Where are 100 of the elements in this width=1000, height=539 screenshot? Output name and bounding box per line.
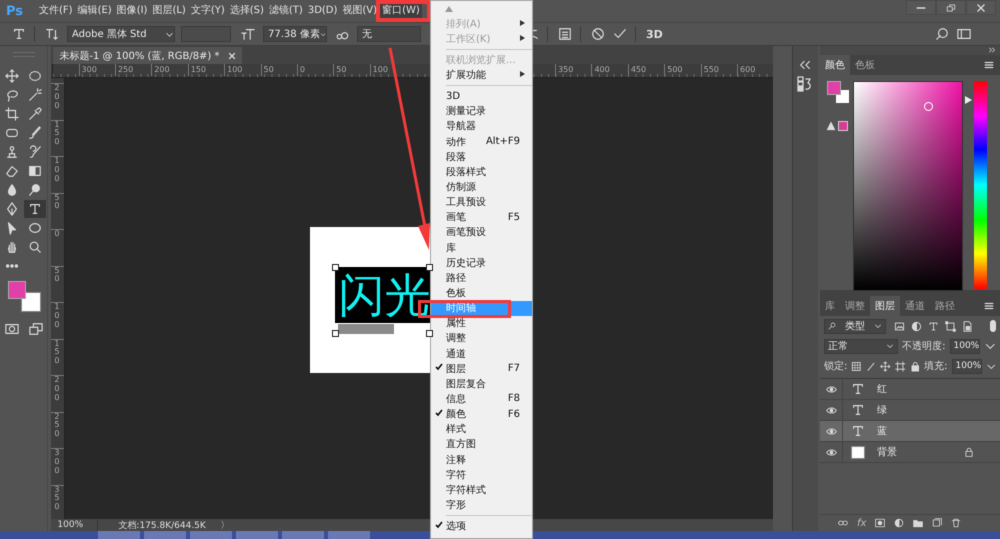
panel-tab[interactable]: 库 — [820, 296, 840, 316]
menu-item[interactable]: 颜色 F6 — [431, 406, 532, 422]
check-icon[interactable] — [613, 27, 627, 41]
transform-handle[interactable] — [332, 330, 340, 337]
menu-item[interactable]: 直方图 — [431, 436, 532, 452]
menu-item[interactable]: 调整 — [431, 330, 532, 346]
menu-item[interactable]: 字符 — [431, 467, 532, 482]
eye-icon[interactable] — [826, 446, 837, 458]
menu-item[interactable]: 图层(L) — [150, 0, 188, 22]
filter-toggle[interactable] — [990, 320, 996, 332]
lock-pixels-icon[interactable] — [851, 360, 862, 372]
image-filter-icon[interactable] — [894, 320, 906, 332]
menu-item[interactable]: 字形 — [431, 497, 532, 512]
new-layer-icon[interactable] — [932, 518, 942, 528]
menu-item[interactable]: 仿制源 — [431, 179, 532, 195]
opacity-field[interactable]: 100% — [950, 338, 980, 354]
menu-item[interactable]: 段落 — [431, 149, 532, 164]
menu-item[interactable]: 选择(S) — [228, 0, 266, 22]
menu-item[interactable]: 文字(Y) — [188, 0, 227, 22]
filter-dropdown[interactable]: 类型 — [824, 318, 886, 334]
menu-item[interactable]: 动作 Alt+F9 — [431, 134, 532, 150]
restore-button[interactable] — [936, 0, 966, 15]
panel-tab[interactable]: 通道 — [900, 296, 930, 316]
eye-icon[interactable] — [826, 384, 837, 394]
search-icon[interactable] — [934, 27, 949, 41]
collapse-icon[interactable] — [798, 58, 812, 72]
menu-item[interactable]: 导航器 — [431, 118, 532, 134]
adjustment-icon[interactable] — [894, 518, 904, 528]
eye-icon[interactable] — [826, 426, 837, 436]
menu-item[interactable]: 图像(I) — [114, 0, 150, 22]
status-menu-arrow[interactable]: 〉 — [220, 518, 230, 532]
menu-item[interactable]: 编辑(E) — [76, 0, 114, 22]
color-swatches[interactable] — [827, 81, 850, 103]
menu-item[interactable]: 滤镜(T) — [266, 0, 305, 22]
history-panel-icon[interactable] — [797, 76, 814, 92]
close-icon[interactable] — [228, 52, 236, 60]
close-button[interactable] — [966, 0, 996, 15]
move-icon[interactable] — [880, 360, 892, 372]
panel-tab[interactable]: 色板 — [850, 55, 880, 75]
panel-tab[interactable]: 图层 — [870, 296, 900, 316]
artboard-icon[interactable] — [895, 360, 906, 372]
expand-icon[interactable] — [988, 46, 996, 54]
font-size-field[interactable]: 77.38 像素 — [263, 26, 327, 42]
panel-icon[interactable] — [558, 27, 572, 41]
layer-row[interactable]: 红 — [820, 379, 1000, 400]
menu-item[interactable]: 通道 — [431, 346, 532, 362]
tool-button[interactable] — [24, 200, 46, 218]
menu-item[interactable]: 选项 — [431, 518, 532, 534]
menu-item[interactable]: 视图(V) — [340, 0, 380, 22]
menu-item[interactable]: 图层复合 — [431, 376, 532, 392]
document-tab[interactable]: 未标题-1 @ 100% (蓝, RGB/8#) * — [53, 47, 242, 64]
menu-item[interactable]: 信息 F8 — [431, 391, 532, 407]
menu-item[interactable]: 注释 — [431, 452, 532, 468]
panel-tab[interactable]: 颜色 — [820, 55, 850, 75]
menu-item[interactable]: 图层 F7 — [431, 361, 532, 376]
color-swatches[interactable] — [6, 281, 42, 312]
layer-style-button[interactable]: fx — [857, 518, 866, 528]
lock-icon[interactable] — [910, 360, 920, 372]
type-filter-icon[interactable] — [928, 320, 940, 332]
menu-item[interactable]: 文件(F) — [37, 0, 75, 22]
mask-icon[interactable] — [875, 518, 886, 528]
hue-slider[interactable] — [965, 81, 988, 289]
minimize-button[interactable] — [906, 0, 936, 15]
workspace-icon[interactable] — [956, 27, 971, 41]
folder-icon[interactable] — [913, 518, 924, 528]
transform-handle[interactable] — [332, 264, 340, 271]
menu-item[interactable]: 测量记录 — [431, 104, 532, 119]
menu-item[interactable]: 库 — [431, 240, 532, 256]
color-picker-cursor[interactable] — [924, 102, 934, 111]
menu-item[interactable]: 字符样式 — [431, 482, 532, 498]
panel-menu-icon[interactable] — [984, 60, 994, 70]
menu-item[interactable]: 扩展功能 — [431, 67, 532, 83]
smart-object-filter-icon[interactable] — [962, 320, 974, 332]
anti-alias-dropdown[interactable]: 无 — [357, 26, 421, 42]
zoom-field[interactable]: 100% — [51, 520, 98, 530]
eye-icon[interactable] — [826, 404, 837, 416]
menu-item[interactable]: 段落样式 — [431, 164, 532, 180]
gamut-swatch[interactable] — [838, 121, 848, 131]
link-icon[interactable] — [838, 518, 848, 528]
adjustment-filter-icon[interactable] — [911, 320, 922, 332]
layer-row[interactable]: 背景 — [820, 442, 1000, 463]
menu-item[interactable]: 工具预设 — [431, 194, 532, 210]
shape-filter-icon[interactable] — [945, 320, 956, 332]
type-icon[interactable] — [12, 27, 26, 41]
panel-tab[interactable]: 路径 — [930, 296, 960, 316]
trash-icon[interactable] — [951, 518, 962, 528]
blend-mode-dropdown[interactable]: 正常 — [824, 338, 898, 354]
text-orientation-icon[interactable] — [45, 27, 59, 41]
layer-row[interactable]: 蓝 — [820, 421, 1000, 442]
menu-item[interactable]: 画笔预设 — [431, 224, 532, 240]
fill-field[interactable]: 100% — [952, 358, 982, 374]
transform-handle[interactable] — [426, 264, 434, 271]
menu-item[interactable]: 3D(D) — [306, 0, 340, 22]
quick-mask-icon[interactable] — [4, 322, 19, 336]
panel-menu-icon[interactable] — [984, 301, 994, 311]
transform-handle[interactable] — [426, 330, 434, 337]
font-family-dropdown[interactable]: Adobe 黑体 Std — [67, 26, 175, 42]
menu-item[interactable]: 样式 — [431, 422, 532, 437]
cancel-icon[interactable] — [591, 27, 605, 41]
color-field[interactable] — [853, 81, 964, 291]
